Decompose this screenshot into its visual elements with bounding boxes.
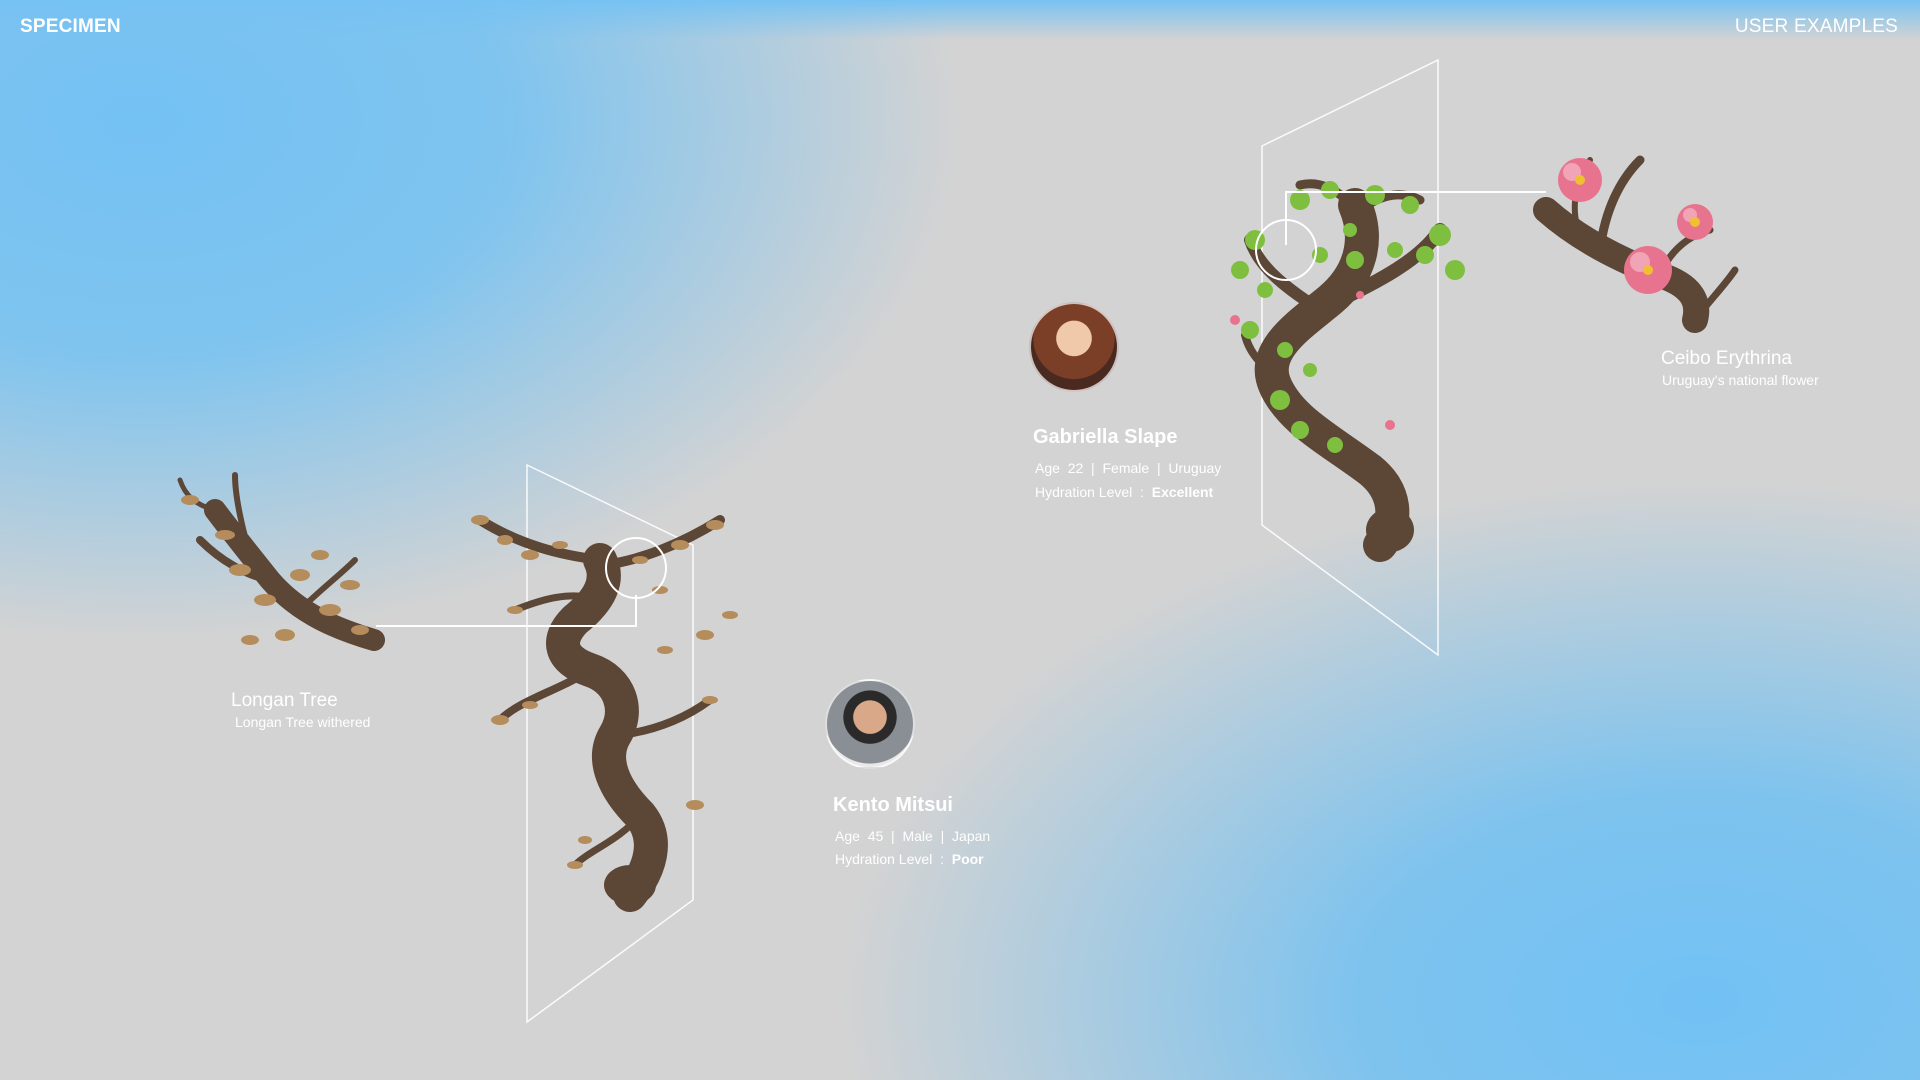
user-demographics: Age 45 | Male | Japan	[835, 828, 991, 844]
hydration-row: Hydration Level : Excellent	[1035, 484, 1214, 500]
specimen-scene	[177, 58, 1739, 1024]
hydration-value: Poor	[951, 851, 984, 867]
specimen-title-ceibo: Ceibo Erythrina	[1661, 348, 1792, 369]
ceibo-flower-detail	[1533, 155, 1739, 333]
age-value: 45	[867, 828, 884, 844]
gender-value: Female	[1102, 460, 1150, 476]
age-value: 22	[1067, 460, 1084, 476]
gender-value: Male	[902, 828, 933, 844]
user-name: Kento Mitsui	[833, 794, 953, 816]
healthy-tree	[1230, 179, 1465, 562]
age-label: Age	[835, 828, 860, 844]
hydration-row: Hydration Level : Poor	[835, 851, 984, 867]
portrait-man-icon	[825, 679, 915, 769]
user-name: Gabriella Slape	[1033, 426, 1178, 448]
specimen-subtitle-longan: Longan Tree withered	[235, 714, 371, 730]
user-demographics: Age 22 | Female | Uruguay	[1035, 460, 1222, 476]
age-label: Age	[1035, 460, 1060, 476]
withered-connector	[376, 537, 667, 627]
specimen-subtitle-ceibo: Uruguay's national flower	[1662, 372, 1819, 388]
hydration-label: Hydration Level	[835, 851, 933, 867]
portrait-woman-icon	[1029, 302, 1119, 392]
hydration-value: Excellent	[1151, 484, 1214, 500]
country-value: Japan	[952, 828, 991, 844]
specimen-title-longan: Longan Tree	[231, 690, 338, 711]
country-value: Uruguay	[1168, 460, 1222, 476]
withered-tree	[471, 515, 738, 912]
longan-branch-detail	[177, 472, 385, 651]
hydration-label: Hydration Level	[1035, 484, 1133, 500]
